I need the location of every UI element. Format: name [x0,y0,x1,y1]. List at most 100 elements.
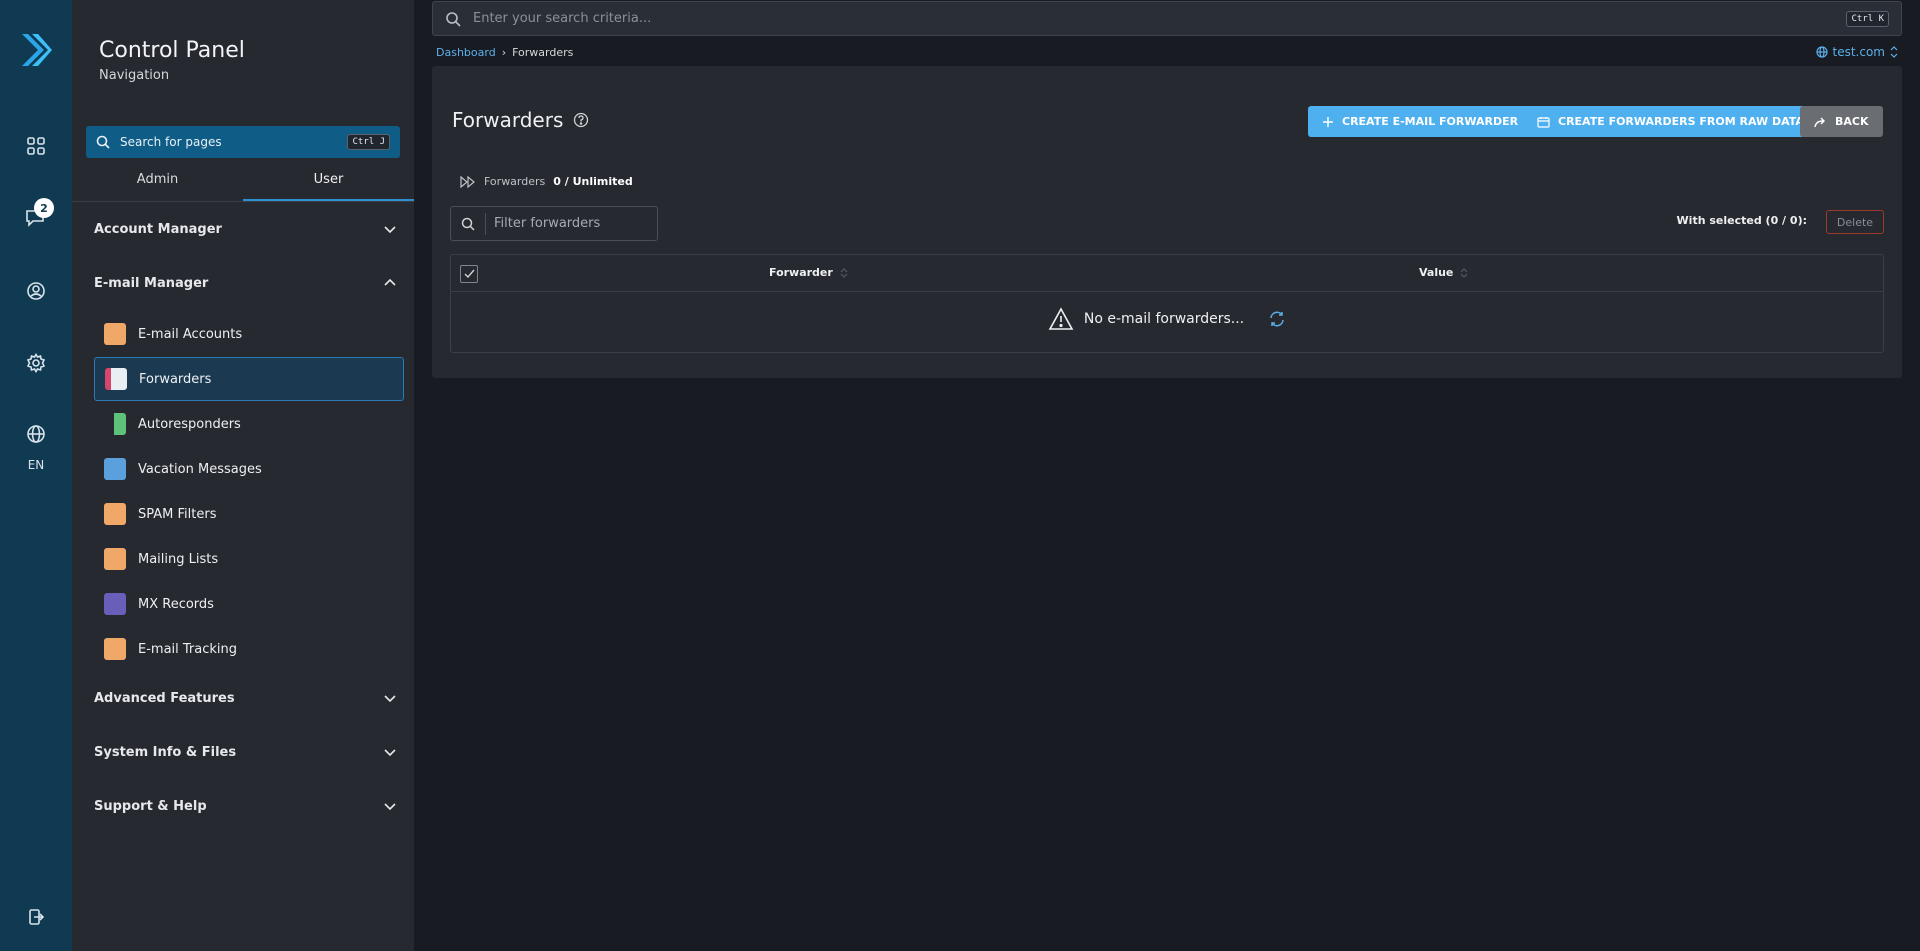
spam-filters-icon [104,503,126,525]
column-label: Forwarder [769,266,833,279]
domain-selector[interactable]: test.com [1815,45,1899,59]
settings-icon[interactable] [24,351,48,375]
breadcrumb: Dashboard › Forwarders [436,46,573,59]
forward-icon [460,175,475,188]
chevron-down-icon [384,803,396,811]
button-label: CREATE FORWARDERS FROM RAW DATA [1558,115,1804,128]
check-icon [464,269,475,279]
page-search-input[interactable]: Search for pages Ctrl J [86,126,400,158]
create-email-forwarder-button[interactable]: CREATE E-MAIL FORWARDER [1308,106,1533,137]
sidebar-item-label: MX Records [138,596,214,612]
empty-state: No e-mail forwarders... [451,307,1883,331]
button-label: CREATE E-MAIL FORWARDER [1342,115,1519,128]
create-forwarders-raw-button[interactable]: CREATE FORWARDERS FROM RAW DATA [1523,106,1818,137]
sort-icon [840,267,848,278]
forwarders-panel: Forwarders CREATE E-MAIL FORWARDER CREAT… [432,66,1902,378]
chevron-down-icon [384,226,396,234]
tab-admin[interactable]: Admin [72,166,243,201]
vacation-messages-icon [104,458,126,480]
plus-icon [1323,116,1333,127]
page-title-text: Forwarders [452,108,564,132]
section-advanced-features[interactable]: Advanced Features [94,686,398,710]
logout-icon[interactable] [24,905,48,929]
dashboard-icon[interactable] [24,134,48,158]
sidebar-item-email-accounts[interactable]: E-mail Accounts [94,312,404,356]
search-icon [461,217,475,231]
usage-value: 0 / Unlimited [553,175,633,188]
section-label: Advanced Features [94,690,235,706]
refresh-icon[interactable] [1268,310,1286,328]
sort-icon [1460,267,1468,278]
chevron-down-icon [384,749,396,757]
sidebar-item-spam-filters[interactable]: SPAM Filters [94,492,404,536]
page-title: Forwarders [452,108,589,132]
chevron-down-icon [384,695,396,703]
sidebar-item-label: Mailing Lists [138,551,219,567]
section-support-help[interactable]: Support & Help [94,794,398,818]
sidebar-subtitle: Navigation [99,68,170,83]
column-value[interactable]: Value [1419,266,1469,279]
sidebar-item-autoresponders[interactable]: Autoresponders [94,402,404,446]
search-icon [96,135,110,149]
sidebar-item-label: SPAM Filters [138,506,217,522]
breadcrumb-dashboard[interactable]: Dashboard [436,46,496,59]
language-label[interactable]: EN [0,458,72,472]
section-label: Support & Help [94,798,207,814]
sidebar-item-forwarders[interactable]: Forwarders [94,357,404,401]
sidebar-item-label: Forwarders [139,371,212,387]
delete-button[interactable]: Delete [1826,210,1884,234]
sidebar-item-label: Vacation Messages [138,461,262,477]
select-all-checkbox[interactable] [460,265,478,283]
forwarders-usage: Forwarders 0 / Unlimited [460,175,633,188]
global-search-shortcut: Ctrl K [1846,10,1889,27]
role-tabs: Admin User [72,166,414,202]
column-forwarder[interactable]: Forwarder [769,266,849,279]
page-search-placeholder: Search for pages [120,135,222,149]
with-selected-label: With selected (0 / 0): [1676,214,1807,227]
section-account-manager[interactable]: Account Manager [94,217,398,241]
share-arrow-icon [1814,117,1825,127]
global-search-input[interactable]: Enter your search criteria... Ctrl K [432,1,1902,36]
sidebar-title: Control Panel [99,38,245,63]
breadcrumb-current: Forwarders [512,46,574,59]
forwarders-icon [105,368,127,390]
sidebar-item-mailing-lists[interactable]: Mailing Lists [94,537,404,581]
email-tracking-icon [104,638,126,660]
user-icon[interactable] [24,279,48,303]
back-button[interactable]: BACK [1800,106,1883,137]
forwarders-table: Forwarder Value No e-mail forwarders... [450,254,1884,353]
email-accounts-icon [104,323,126,345]
autoresponders-icon [104,413,126,435]
sidebar-item-mx-records[interactable]: MX Records [94,582,404,626]
column-label: Value [1419,266,1454,279]
sidebar-item-email-tracking[interactable]: E-mail Tracking [94,627,404,671]
section-label: Account Manager [94,221,222,237]
section-label: System Info & Files [94,744,237,760]
domain-label: test.com [1832,45,1886,59]
icon-rail: 2 EN [0,0,72,951]
globe-icon[interactable] [24,422,48,446]
sidebar-item-label: Autoresponders [138,416,241,432]
sidebar-item-vacation-messages[interactable]: Vacation Messages [94,447,404,491]
help-icon[interactable] [573,112,589,128]
logo-icon[interactable] [18,30,54,70]
section-label: E-mail Manager [94,275,209,291]
tab-user[interactable]: User [243,166,414,201]
section-email-manager[interactable]: E-mail Manager [94,271,398,295]
sidebar-item-label: E-mail Tracking [138,641,238,657]
mailing-lists-icon [104,548,126,570]
global-search-placeholder: Enter your search criteria... [473,11,652,26]
breadcrumb-separator: › [501,46,507,59]
filter-forwarders-input[interactable]: Filter forwarders [450,206,658,241]
filter-placeholder: Filter forwarders [494,216,601,231]
sidebar-item-label: E-mail Accounts [138,326,243,342]
search-icon [446,11,461,27]
section-system-info-files[interactable]: System Info & Files [94,740,398,764]
chevron-up-icon [384,278,396,286]
globe-icon [1815,46,1828,58]
notification-badge: 2 [34,198,54,218]
calendar-icon [1537,116,1550,128]
empty-state-text: No e-mail forwarders... [1083,311,1245,327]
button-label: BACK [1835,115,1869,128]
warning-icon [1048,307,1074,330]
